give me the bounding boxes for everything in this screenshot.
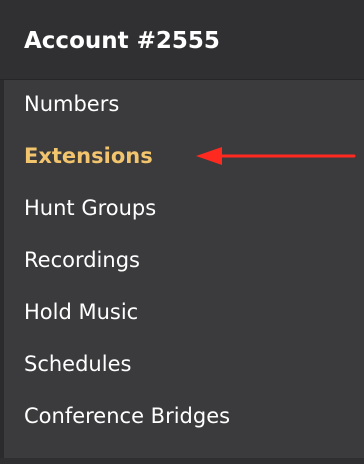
sidebar-item-recordings[interactable]: Recordings [0, 236, 364, 288]
sidebar-item-label: Schedules [24, 352, 132, 376]
sidebar-item-numbers[interactable]: Numbers [0, 80, 364, 132]
sidebar-item-schedules[interactable]: Schedules [0, 340, 364, 392]
sidebar-item-label: Hunt Groups [24, 196, 157, 220]
sidebar-item-label: Hold Music [24, 300, 139, 324]
sidebar-header: Account #2555 [0, 0, 364, 80]
sidebar-item-hunt-groups[interactable]: Hunt Groups [0, 184, 364, 236]
sidebar-item-label: Numbers [24, 92, 120, 116]
sidebar-item-label: Conference Bridges [24, 404, 231, 428]
sidebar-item-hold-music[interactable]: Hold Music [0, 288, 364, 340]
sidebar-item-conference-bridges[interactable]: Conference Bridges [0, 392, 364, 444]
bottom-divider [0, 458, 364, 464]
account-title: Account #2555 [24, 28, 220, 54]
sidebar-panel: Account #2555 Numbers Extensions Hunt Gr… [0, 0, 364, 464]
red-arrow-left-icon [196, 147, 356, 165]
sidebar-item-label: Extensions [24, 144, 153, 168]
sidebar-menu: Numbers Extensions Hunt Groups Recording… [0, 80, 364, 444]
sidebar-item-label: Recordings [24, 248, 140, 272]
